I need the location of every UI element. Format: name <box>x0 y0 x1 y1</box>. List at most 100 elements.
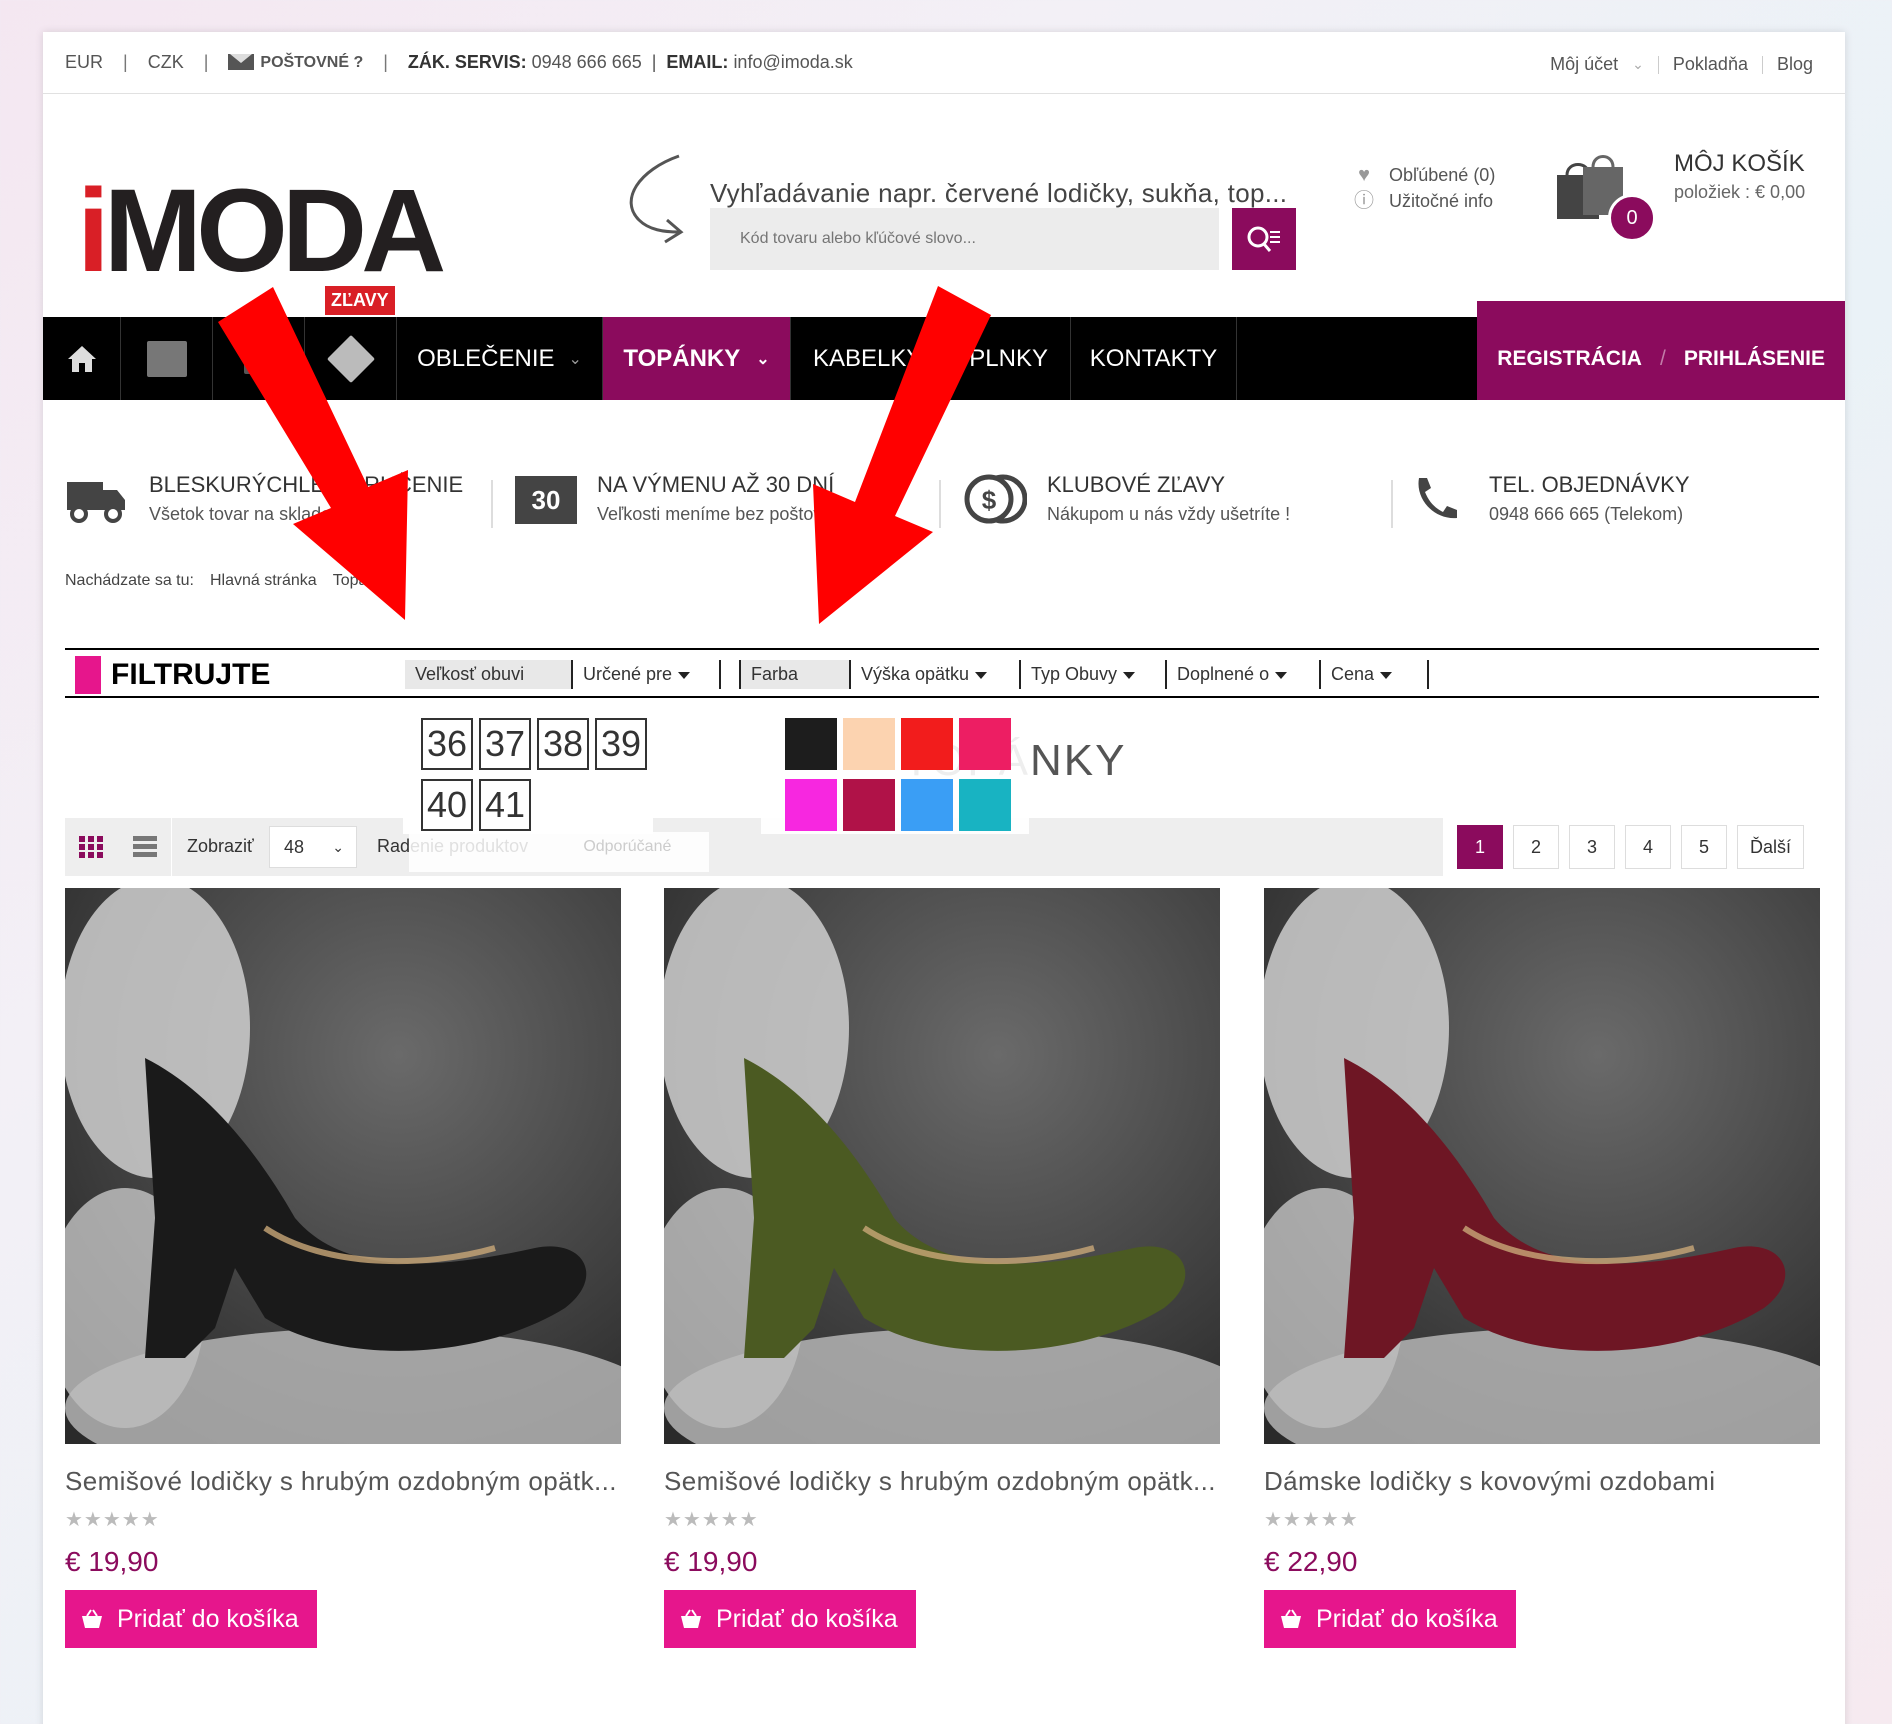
blog-link[interactable]: Blog <box>1777 54 1813 75</box>
info-delivery: BLESKURÝCHLE DORUČENIE Všetok tovar na sk… <box>65 472 463 526</box>
servis-phone: 0948 666 665 <box>531 52 642 72</box>
filter-added[interactable]: Doplnené o <box>1167 660 1321 689</box>
checkout-link[interactable]: Pokladňa <box>1673 54 1748 75</box>
filter-shoe-type[interactable]: Typ Obuvy <box>1021 660 1167 689</box>
page-3[interactable]: 3 <box>1569 825 1615 869</box>
color-swatch[interactable] <box>843 718 895 770</box>
site-logo[interactable]: iMODA <box>77 172 446 290</box>
product-name[interactable]: Semišové lodičky s hrubým ozdobným opätk… <box>65 1466 621 1497</box>
product-image[interactable] <box>65 888 621 1444</box>
filter-color[interactable]: Farba <box>739 660 851 689</box>
size-option[interactable]: 38 <box>537 718 589 770</box>
breadcrumb-label: Nachádzate sa tu: <box>65 572 194 589</box>
search-input[interactable] <box>710 208 1219 270</box>
size-option[interactable]: 36 <box>421 718 473 770</box>
email-label: EMAIL: <box>666 52 729 72</box>
size-dropdown: 36 37 38 39 40 41 <box>403 698 653 834</box>
nav-topanky[interactable]: TOPÁNKY ⌄ <box>603 317 791 400</box>
grid-view-icon[interactable] <box>79 836 103 858</box>
color-swatch[interactable] <box>785 779 837 831</box>
register-link[interactable]: REGISTRÁCIA <box>1497 347 1642 371</box>
info-sub: Veľkosti meníme bez poštovného <box>597 504 863 524</box>
product-image[interactable] <box>1264 888 1820 1444</box>
coins-icon: $ <box>964 474 1027 524</box>
home-nav[interactable] <box>43 317 121 400</box>
chevron-down-icon: ⌄ <box>568 350 582 368</box>
my-account-link[interactable]: Môj účet <box>1550 54 1618 75</box>
filter-heel-height[interactable]: Výška opätku <box>851 660 1021 689</box>
search-icon <box>1247 226 1280 252</box>
color-dropdown <box>761 698 1029 834</box>
servis-label: ZÁK. SERVIS: <box>407 52 527 72</box>
phone-icon <box>1418 478 1457 519</box>
product-name[interactable]: Semišové lodičky s hrubým ozdobným opätk… <box>664 1466 1220 1497</box>
size-option[interactable]: 37 <box>479 718 531 770</box>
currency-czk[interactable]: CZK <box>148 52 184 73</box>
search-button[interactable] <box>1232 208 1296 270</box>
breadcrumb-home[interactable]: Hlavná stránka <box>210 572 317 590</box>
cart-summary: položiek : € 0,00 <box>1674 182 1806 202</box>
color-swatch[interactable] <box>959 718 1011 770</box>
filter-price[interactable]: Cena <box>1321 660 1429 689</box>
login-link[interactable]: PRIHLÁSENIE <box>1684 347 1825 371</box>
caret-down-icon <box>1380 671 1393 679</box>
product-card[interactable]: Dámske lodičky s kovovými ozdobami ★★★★★… <box>1264 888 1820 1648</box>
color-swatch[interactable] <box>901 718 953 770</box>
nav-kabelky[interactable]: KABELKY <box>791 317 931 400</box>
color-swatch[interactable] <box>785 718 837 770</box>
size-option[interactable]: 41 <box>479 779 531 831</box>
list-view-icon[interactable] <box>133 836 157 858</box>
next-page[interactable]: Ďalší <box>1737 825 1805 869</box>
chevron-down-icon: ⌄ <box>1632 56 1644 72</box>
product-card[interactable]: Semišové lodičky s hrubým ozdobným opätk… <box>65 888 621 1648</box>
add-to-cart-button[interactable]: Pridať do košíka <box>1264 1590 1516 1648</box>
email-link[interactable]: info@imoda.sk <box>733 52 852 73</box>
info-club: $ KLUBOVÉ ZĽAVY Nákupom u nás vždy ušetrí… <box>963 472 1290 526</box>
page-1[interactable]: 1 <box>1457 825 1503 869</box>
color-swatch[interactable] <box>843 779 895 831</box>
postovne-link[interactable]: POŠTOVNÉ ? <box>228 54 363 72</box>
product-price: € 22,90 <box>1264 1546 1358 1577</box>
add-to-cart-button[interactable]: Pridať do košíka <box>664 1590 916 1648</box>
favorites-link[interactable]: ♥ Obľúbené (0) <box>1353 162 1495 188</box>
sale-nav[interactable] <box>305 317 397 400</box>
cart-count-badge[interactable]: 0 <box>1608 194 1656 242</box>
product-image[interactable] <box>664 888 1220 1444</box>
size-option[interactable]: 40 <box>421 779 473 831</box>
currency-eur[interactable]: EUR <box>65 52 103 73</box>
useful-info-link[interactable]: ⓘ Užitočné info <box>1353 188 1495 214</box>
info-title: BLESKURÝCHLE DORUČENIE <box>149 472 464 497</box>
filter-size[interactable]: Veľkosť obuvi <box>405 660 573 689</box>
nav-kontakty[interactable]: KONTAKTY <box>1071 317 1237 400</box>
product-card[interactable]: Semišové lodičky s hrubým ozdobným opätk… <box>664 888 1220 1648</box>
add-to-cart-button[interactable]: Pridať do košíka <box>65 1590 317 1648</box>
caret-down-icon <box>678 671 691 679</box>
nav-oblecenie[interactable]: OBLEČENIE ⌄ <box>397 317 603 400</box>
nav-doplnky[interactable]: DOPLNKY <box>931 317 1071 400</box>
home-icon <box>67 345 96 372</box>
discount-nav[interactable] <box>213 317 305 400</box>
breadcrumb: Nachádzate sa tu: Hlavná stránka Topánky <box>65 572 392 590</box>
new-goods-nav[interactable] <box>121 317 213 400</box>
header-links: ♥ Obľúbené (0) ⓘ Užitočné info <box>1353 162 1495 214</box>
product-name[interactable]: Dámske lodičky s kovovými ozdobami <box>1264 1466 1820 1497</box>
color-swatch[interactable] <box>959 779 1011 831</box>
basket-icon <box>681 1609 701 1628</box>
per-page-select[interactable]: 48 ⌄ <box>269 826 357 868</box>
page: EUR | CZK | POŠTOVNÉ ? | ZÁK. SERVIS: 09… <box>43 32 1845 1724</box>
filter-intended-for[interactable]: Určené pre <box>573 660 721 689</box>
info-sub: Všetok tovar na sklade <box>149 504 332 524</box>
page-2[interactable]: 2 <box>1513 825 1559 869</box>
main-nav: OBLEČENIE ⌄ TOPÁNKY ⌄ KABELKY DOPLNKY KONT… <box>43 301 1845 400</box>
color-swatch[interactable] <box>901 779 953 831</box>
sale-tag-icon <box>326 334 375 383</box>
zlavy-badge[interactable]: ZĽAVY <box>325 286 395 315</box>
chevron-down-icon: ⌄ <box>756 350 770 368</box>
page-4[interactable]: 4 <box>1625 825 1671 869</box>
calendar-icon: 30 <box>515 476 577 524</box>
sort-select[interactable]: Radenie produktov Odporúčané <box>409 832 709 872</box>
page-5[interactable]: 5 <box>1681 825 1727 869</box>
chevron-down-icon: ⌄ <box>332 839 344 855</box>
size-option[interactable]: 39 <box>595 718 647 770</box>
cart-title[interactable]: MÔJ KOŠÍK <box>1674 150 1805 178</box>
